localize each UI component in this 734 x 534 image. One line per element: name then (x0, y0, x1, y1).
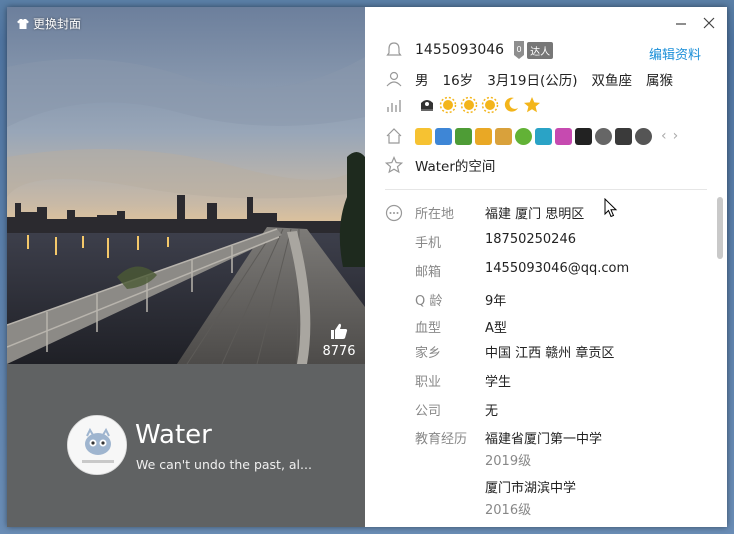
education-school: 厦门市湖滨中学 (485, 481, 577, 496)
money-bag-badge-icon[interactable] (515, 127, 532, 145)
detail-label: 手机 (415, 236, 442, 251)
camera-badge-icon[interactable] (435, 127, 452, 145)
birthday: 3月19日(公历) (487, 73, 578, 89)
badges-prev-icon[interactable]: ‹ (661, 128, 667, 144)
gender: 男 (415, 73, 429, 89)
cloud-badge-icon[interactable] (535, 127, 552, 145)
detail-value: 18750250246 (485, 232, 576, 247)
penguin-badge-icon[interactable] (575, 127, 592, 145)
qq-number: 1455093046 (415, 42, 505, 58)
gift-badge-icon[interactable] (455, 127, 472, 145)
service-badges-row: ‹ › (385, 127, 678, 145)
bell-icon (385, 41, 403, 59)
detail-value: 福建 厦门 思明区 (485, 207, 585, 222)
sun-icon (439, 96, 457, 114)
detail-value: A型 (485, 321, 507, 336)
cover-photo (7, 7, 365, 364)
detail-value: 1455093046@qq.com (485, 261, 630, 276)
detail-label: 血型 (415, 321, 442, 336)
edit-profile-link[interactable]: 编辑资料 (649, 44, 701, 63)
heart-badge-icon[interactable] (595, 127, 612, 145)
detail-value: 无 (485, 404, 499, 419)
vip-medal-icon: 0 (514, 41, 525, 59)
detail-value: 学生 (485, 375, 512, 390)
detail-label: 家乡 (415, 346, 442, 361)
person-icon (385, 70, 403, 88)
change-cover-button[interactable]: 更换封面 (17, 15, 81, 32)
education-year: 2016级 (485, 503, 532, 518)
pet-badge-icon[interactable] (495, 127, 512, 145)
minimize-icon[interactable] (673, 15, 689, 31)
badges-next-icon[interactable]: › (673, 128, 679, 144)
sun-icon (460, 96, 478, 114)
education-school: 福建省厦门第一中学 (485, 432, 603, 447)
qzone-link[interactable]: Water的空间 (415, 155, 495, 175)
scrollbar-thumb[interactable] (717, 197, 723, 259)
star-badge-icon[interactable] (415, 127, 432, 145)
detail-value: 9年 (485, 294, 507, 309)
divider (385, 189, 707, 190)
detail-label: 教育经历 (415, 432, 468, 447)
qq-level-row[interactable] (385, 96, 541, 114)
profile-cover: 更换封面 8776 Water We can't undo the past, … (7, 7, 365, 527)
education-year: 2019级 (485, 454, 532, 469)
star-icon (524, 97, 540, 113)
close-icon[interactable] (701, 15, 717, 31)
qq-number-row: 1455093046 0 达人 (385, 41, 554, 59)
crown-badge-icon[interactable] (615, 127, 632, 145)
more-dots-icon (385, 204, 403, 222)
diamond-badge-icon[interactable] (635, 127, 652, 145)
profile-info-panel: 1455093046 0 达人 编辑资料 男 16岁 3月19日(公历) 双鱼座… (365, 7, 727, 527)
basic-info-row: 男 16岁 3月19日(公历) 双鱼座 属猴 (385, 69, 687, 89)
chinese-zodiac: 属猴 (646, 73, 673, 89)
thumbs-up-icon (331, 323, 348, 339)
detail-label: 公司 (415, 404, 442, 419)
svg-text:0: 0 (517, 45, 522, 54)
vip-badge[interactable]: 0 达人 (512, 41, 554, 59)
moon-icon (504, 97, 518, 112)
detail-label: 所在地 (415, 207, 455, 222)
sun-icon (481, 96, 499, 114)
shirt-icon (17, 18, 29, 29)
signature: We can't undo the past, al... (136, 457, 312, 472)
star-outline-icon (385, 156, 403, 174)
book-badge-icon[interactable] (475, 127, 492, 145)
like-button[interactable]: 8776 (316, 317, 362, 363)
qzone-row[interactable]: Water的空间 (385, 155, 495, 175)
like-count: 8776 (322, 343, 356, 359)
avatar-image (68, 416, 126, 474)
profile-window: 更换封面 8776 Water We can't undo the past, … (7, 7, 727, 527)
home-icon (385, 127, 403, 145)
detail-label: 邮箱 (415, 265, 442, 280)
mouse-cursor-icon (604, 198, 618, 218)
detail-label: 职业 (415, 375, 442, 390)
avatar[interactable] (67, 415, 127, 475)
nickname: Water (135, 420, 212, 450)
vip-label: 达人 (527, 41, 554, 59)
zodiac: 双鱼座 (591, 73, 633, 89)
music-badge-icon[interactable] (555, 127, 572, 145)
level-chart-icon (385, 96, 403, 114)
detail-label: Q 龄 (415, 294, 443, 309)
change-cover-label: 更换封面 (33, 17, 82, 31)
detail-value: 中国 江西 赣州 章贡区 (485, 346, 615, 361)
crown-icon (421, 100, 433, 111)
age: 16岁 (442, 73, 474, 89)
